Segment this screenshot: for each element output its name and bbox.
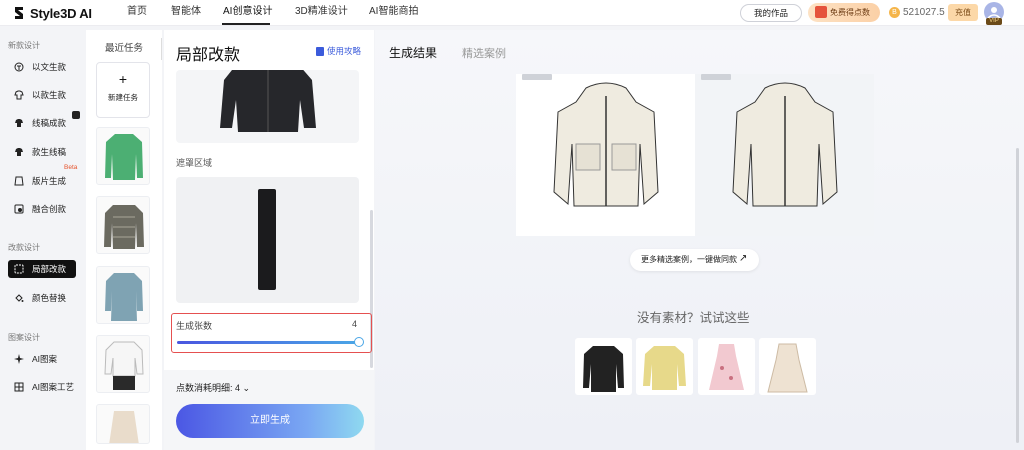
sample-material[interactable] bbox=[575, 338, 632, 395]
nav-agent[interactable]: 智能体 bbox=[171, 0, 201, 26]
recent-task-thumbnail[interactable] bbox=[96, 196, 150, 254]
image-tag bbox=[701, 74, 731, 80]
beta-badge: Beta bbox=[64, 164, 78, 171]
sidebar-item-design-to-design[interactable]: 以款生款 bbox=[8, 86, 76, 104]
sample-material[interactable] bbox=[636, 338, 693, 395]
sidebar-item-label: 线稿成款 bbox=[32, 118, 67, 128]
tab-selected-cases[interactable]: 精选案例 bbox=[462, 45, 506, 61]
sidebar-group-new-design: 新款设计 bbox=[8, 41, 40, 50]
sidebar-item-label: 款生线稿 bbox=[32, 147, 67, 157]
yellow-sweater-sample-image bbox=[643, 346, 686, 390]
sidebar-item-label: 以款生款 bbox=[32, 90, 67, 100]
brand-name: Style3D AI bbox=[30, 5, 92, 21]
sidebar-item-ai-pattern[interactable]: AI图案 bbox=[8, 350, 76, 368]
garment-icon bbox=[14, 90, 24, 100]
shirt-icon bbox=[15, 119, 23, 127]
points-cost-dropdown[interactable]: 点数消耗明细: 4 ⌄ bbox=[176, 381, 250, 394]
sidebar-item-ai-pattern-craft[interactable]: AI图案工艺 bbox=[8, 378, 76, 396]
generated-image[interactable] bbox=[516, 74, 696, 236]
generate-button[interactable]: 立即生成 bbox=[176, 404, 364, 438]
partial-edit-icon bbox=[14, 264, 24, 274]
generated-image[interactable] bbox=[695, 74, 874, 236]
app-logo[interactable]: Style3D AI bbox=[12, 3, 92, 23]
floral-dress-sample-image bbox=[709, 344, 744, 390]
blue-denim-top-image bbox=[105, 273, 143, 321]
beige-skirt-image bbox=[109, 411, 139, 443]
generation-count-value: 4 bbox=[352, 319, 358, 329]
new-badge-icon bbox=[72, 111, 80, 119]
sidebar-group-pattern-design: 图案设计 bbox=[8, 333, 40, 342]
sidebar-item-partial-modify[interactable]: 局部改款 bbox=[8, 260, 76, 278]
tab-generation-results[interactable]: 生成结果 bbox=[389, 44, 437, 61]
slider-handle[interactable] bbox=[354, 337, 364, 347]
nav-3d-design[interactable]: 3D精准设计 bbox=[295, 0, 348, 26]
try-samples-title: 没有素材？试试这些 bbox=[637, 311, 750, 325]
pattern-icon bbox=[14, 176, 24, 186]
points-balance: 521027.5 bbox=[903, 7, 945, 18]
arrow-up-right-icon: ↗ bbox=[739, 253, 748, 264]
sparkle-icon bbox=[14, 354, 24, 364]
generation-count-label: 生成张数 bbox=[176, 321, 213, 331]
sidebar-item-pattern-generation[interactable]: 版片生成 bbox=[8, 172, 76, 190]
paint-bucket-icon bbox=[15, 294, 24, 302]
coin-icon: B bbox=[889, 7, 900, 18]
recent-tasks-title: 最近任务 bbox=[105, 43, 144, 54]
puffer-jacket-image bbox=[104, 205, 144, 249]
sample-material[interactable] bbox=[698, 338, 755, 395]
sidebar-item-label: AI图案工艺 bbox=[32, 382, 75, 392]
divider bbox=[161, 38, 162, 60]
text-icon bbox=[14, 62, 24, 72]
gift-icon bbox=[815, 6, 827, 18]
my-works-button[interactable]: 我的作品 bbox=[740, 4, 802, 22]
sidebar-item-design-to-sketch[interactable]: 款生线稿 bbox=[8, 143, 76, 161]
sidebar-item-label: AI图案 bbox=[32, 354, 58, 364]
nav-ai-photoshoot[interactable]: AI智能商拍 bbox=[369, 0, 418, 26]
generation-count-slider[interactable] bbox=[177, 341, 359, 344]
usage-guide-label: 使用攻略 bbox=[327, 46, 362, 56]
nav-home[interactable]: 首页 bbox=[127, 0, 147, 26]
fusion-icon bbox=[14, 204, 24, 214]
image-tag bbox=[522, 74, 552, 80]
sidebar-group-modify-design: 改款设计 bbox=[8, 243, 40, 252]
sidebar-item-text-to-design[interactable]: 以文生款 bbox=[8, 58, 76, 76]
cream-jacket-image bbox=[732, 82, 838, 207]
sidebar-item-label: 融合创款 bbox=[32, 204, 67, 214]
result-scrollbar[interactable] bbox=[1016, 148, 1019, 443]
shirt-icon bbox=[15, 148, 23, 156]
recent-task-thumbnail[interactable] bbox=[96, 404, 150, 444]
white-blouse-image bbox=[104, 341, 144, 390]
sidebar-item-label: 以文生款 bbox=[32, 62, 67, 72]
vip-badge: VIP bbox=[986, 18, 1002, 25]
black-jacket-image bbox=[220, 70, 316, 132]
black-jacket-sample-image bbox=[583, 346, 624, 392]
cream-jacket-with-pockets-image bbox=[553, 82, 659, 207]
recent-task-thumbnail[interactable] bbox=[96, 266, 150, 324]
plus-icon: + bbox=[118, 71, 128, 87]
mask-area-label: 遮罩区域 bbox=[176, 158, 213, 168]
nav-active-indicator bbox=[222, 23, 270, 25]
sidebar-item-label: 局部改款 bbox=[32, 264, 67, 274]
panel-title: 局部改款 bbox=[176, 47, 241, 64]
sidebar-item-fusion-design[interactable]: 融合创款 bbox=[8, 200, 76, 218]
chevron-down-icon: ⌄ bbox=[242, 383, 251, 393]
logo-icon bbox=[15, 7, 23, 19]
new-task-button[interactable]: + 新建任务 bbox=[96, 62, 150, 118]
mask-region-image bbox=[258, 189, 276, 290]
tiered-skirt-sample-image bbox=[767, 343, 808, 393]
grid-icon bbox=[14, 382, 24, 392]
points-cost-label: 点数消耗明细: 4 bbox=[176, 383, 241, 393]
book-icon bbox=[316, 46, 324, 56]
sample-material[interactable] bbox=[759, 338, 816, 395]
sidebar-item-color-replace[interactable]: 颜色替换 bbox=[8, 289, 76, 307]
source-image-preview[interactable] bbox=[176, 70, 359, 143]
sidebar-item-sketch-to-design[interactable]: 线稿成款 bbox=[8, 114, 76, 132]
recharge-button[interactable]: 充值 bbox=[948, 4, 978, 21]
recent-task-thumbnail[interactable] bbox=[96, 127, 150, 185]
sidebar-item-label: 版片生成 bbox=[32, 176, 67, 186]
sidebar-item-label: 颜色替换 bbox=[32, 293, 67, 303]
green-sweater-image bbox=[105, 134, 143, 180]
new-task-label: 新建任务 bbox=[108, 93, 138, 102]
recent-task-thumbnail[interactable] bbox=[96, 335, 150, 393]
usage-guide-link[interactable]: 使用攻略 bbox=[316, 45, 361, 57]
